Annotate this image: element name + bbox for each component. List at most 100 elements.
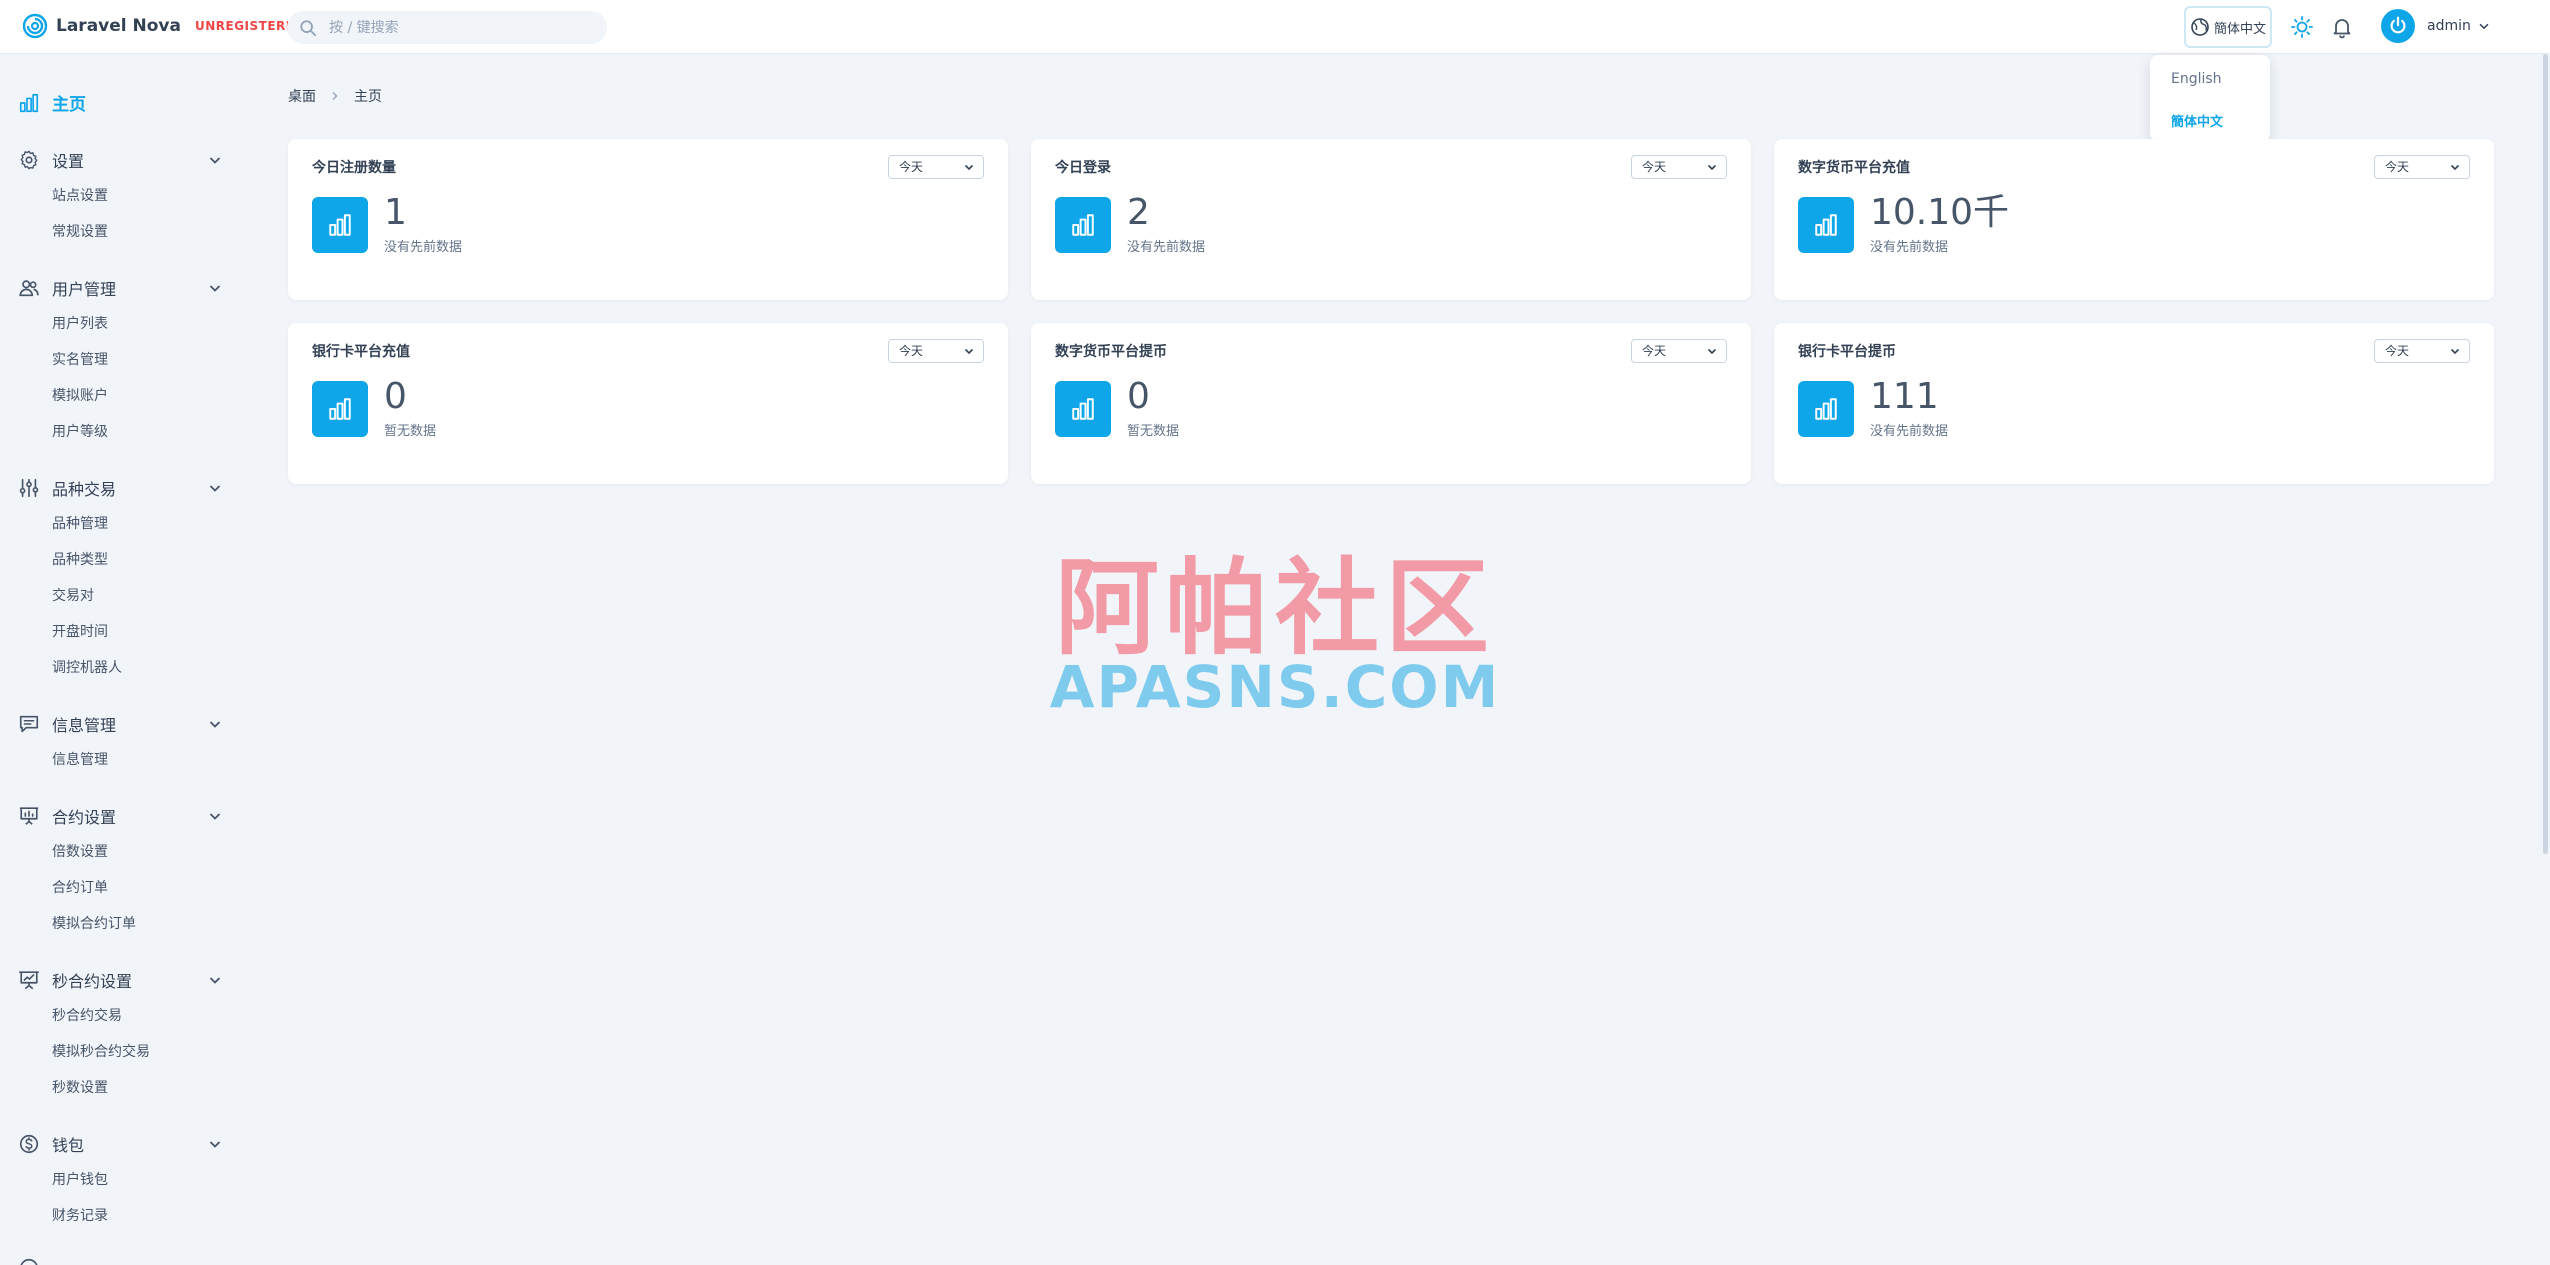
sidebar-group-header[interactable]: 钱包	[18, 1132, 223, 1156]
chevron-right-icon	[332, 92, 338, 100]
page-scrollbar[interactable]	[2543, 54, 2548, 854]
sidebar-group-header[interactable]: 合约设置	[18, 804, 223, 828]
chevron-down-icon	[1707, 348, 1717, 355]
range-select[interactable]: 今天	[888, 339, 984, 363]
sidebar-group-label: 秒合约设置	[52, 972, 133, 991]
sidebar-item-demo-second-contract-trading[interactable]: 模拟秒合约交易	[52, 1034, 223, 1070]
range-select[interactable]: 今天	[2374, 155, 2470, 179]
range-select[interactable]: 今天	[888, 155, 984, 179]
sidebar-item-site-settings[interactable]: 站点设置	[52, 178, 223, 214]
range-value: 今天	[2385, 344, 2410, 358]
sidebar-group-label: 合约设置	[52, 808, 117, 827]
search-input[interactable]	[329, 19, 589, 36]
chevron-down-icon	[2479, 23, 2489, 30]
metric-note: 暂无数据	[1127, 424, 1180, 439]
metric-value: 2	[1127, 192, 1150, 233]
language-switcher-button[interactable]: 簡体中文	[2184, 6, 2272, 48]
sidebar-group-header[interactable]: 信息管理	[18, 712, 223, 736]
chevron-down-icon	[2450, 164, 2460, 171]
card-title: 数字货币平台提币	[1055, 344, 1167, 360]
sidebar-item-contract-orders[interactable]: 合约订单	[52, 870, 223, 906]
sidebar-item-demo-accounts[interactable]: 模拟账户	[52, 378, 223, 414]
sidebar-group-header[interactable]: 设置	[18, 148, 223, 172]
metric-note: 没有先前数据	[384, 240, 463, 255]
user-menu[interactable]: admin	[2381, 9, 2491, 43]
presentation-chart-icon	[19, 807, 39, 825]
sidebar-item-label: 主页	[52, 95, 86, 115]
sidebar-item-user-wallets[interactable]: 用户钱包	[52, 1162, 223, 1198]
sidebar-item-demo-contract-orders[interactable]: 模拟合约订单	[52, 906, 223, 942]
breadcrumb-desktop[interactable]: 桌面	[288, 86, 316, 106]
sidebar-group-settings: 设置 站点设置 常规设置	[18, 148, 223, 250]
chevron-down-icon	[209, 285, 221, 292]
chevron-down-icon	[209, 813, 221, 820]
metric-card-today-logins: 今日登录 今天 2 没有先前数据	[1031, 139, 1751, 300]
gear-icon	[20, 150, 38, 170]
sidebar-item-trading-pairs[interactable]: 交易对	[52, 578, 223, 614]
sidebar-item-opening-hours[interactable]: 开盘时间	[52, 614, 223, 650]
nova-logo-icon	[22, 13, 48, 39]
bar-chart-icon	[19, 93, 39, 112]
chevron-down-icon	[209, 721, 221, 728]
metric-icon	[1055, 197, 1111, 253]
global-search[interactable]	[287, 11, 607, 44]
range-value: 今天	[2385, 160, 2410, 174]
metric-value: 0	[1127, 376, 1150, 417]
chevron-down-icon	[209, 485, 221, 492]
globe-icon	[2191, 18, 2209, 36]
sidebar-group-header[interactable]: 秒合约设置	[18, 968, 223, 992]
breadcrumb-home: 主页	[354, 89, 382, 105]
sidebar-group-label: 品种交易	[52, 480, 117, 499]
sidebar-item-financial-records[interactable]: 财务记录	[52, 1198, 223, 1234]
metric-card-bank-withdrawals: 银行卡平台提币 今天 111 没有先前数据	[1774, 323, 2494, 484]
metric-card-crypto-withdrawals: 数字货币平台提币 今天 0 暂无数据	[1031, 323, 1751, 484]
range-value: 今天	[1642, 344, 1667, 358]
sidebar-item-user-list[interactable]: 用户列表	[52, 306, 223, 342]
sidebar-group-header[interactable]: 品种交易	[18, 476, 223, 500]
brand-logo[interactable]: Laravel Nova UNREGISTERED	[22, 13, 305, 39]
watermark-english: APASNS.COM	[1049, 653, 1501, 721]
language-option-english[interactable]: English	[2150, 67, 2270, 111]
card-title: 数字货币平台充值	[1798, 160, 1910, 176]
bar-chart-icon	[1815, 214, 1837, 236]
range-value: 今天	[899, 344, 924, 358]
sidebar-item-symbol-management[interactable]: 品种管理	[52, 506, 223, 542]
sidebar-item-second-contract-trading[interactable]: 秒合约交易	[52, 998, 223, 1034]
sidebar-item-control-robot[interactable]: 调控机器人	[52, 650, 223, 686]
sidebar-item-home[interactable]: 主页	[18, 90, 86, 115]
chevron-down-icon	[209, 157, 221, 164]
sidebar-group-header[interactable]: 用户管理	[18, 276, 223, 300]
card-title: 今日注册数量	[312, 160, 396, 176]
range-select[interactable]: 今天	[1631, 155, 1727, 179]
language-current-label: 簡体中文	[2213, 21, 2266, 37]
bell-icon[interactable]	[2330, 15, 2354, 39]
metric-note: 暂无数据	[384, 424, 437, 439]
sidebar-item-seconds-settings[interactable]: 秒数设置	[52, 1070, 223, 1106]
metric-card-crypto-deposits: 数字货币平台充值 今天 10.10千 没有先前数据	[1774, 139, 2494, 300]
sidebar-item-multiplier-settings[interactable]: 倍数设置	[52, 834, 223, 870]
metric-icon	[1055, 381, 1111, 437]
card-title: 今日登录	[1055, 160, 1111, 176]
sidebar-item-general-settings[interactable]: 常规设置	[52, 214, 223, 250]
sidebar-group-second-contracts: 秒合约设置 秒合约交易 模拟秒合约交易 秒数设置	[18, 968, 223, 1106]
watermark: 阿帕社区 APASNS.COM	[1030, 553, 1520, 717]
sidebar-group-users: 用户管理 用户列表 实名管理 模拟账户 用户等级	[18, 276, 223, 450]
sidebar-item-symbol-types[interactable]: 品种类型	[52, 542, 223, 578]
sun-icon[interactable]	[2290, 15, 2314, 39]
range-select[interactable]: 今天	[1631, 339, 1727, 363]
power-icon	[2390, 16, 2406, 34]
sidebar-item-kyc[interactable]: 实名管理	[52, 342, 223, 378]
metric-card-today-registrations: 今日注册数量 今天 1 没有先前数据	[288, 139, 1008, 300]
avatar	[2381, 9, 2415, 43]
users-icon	[19, 280, 39, 297]
chevron-down-icon	[964, 348, 974, 355]
chat-icon	[19, 715, 39, 733]
card-title: 银行卡平台充值	[312, 344, 410, 360]
sidebar-item-user-levels[interactable]: 用户等级	[52, 414, 223, 450]
metric-card-bank-deposits: 银行卡平台充值 今天 0 暂无数据	[288, 323, 1008, 484]
sidebar-item-message-management[interactable]: 信息管理	[52, 742, 223, 778]
bar-chart-icon	[329, 214, 351, 236]
range-select[interactable]: 今天	[2374, 339, 2470, 363]
metric-value: 0	[384, 376, 407, 417]
metric-icon	[1798, 197, 1854, 253]
